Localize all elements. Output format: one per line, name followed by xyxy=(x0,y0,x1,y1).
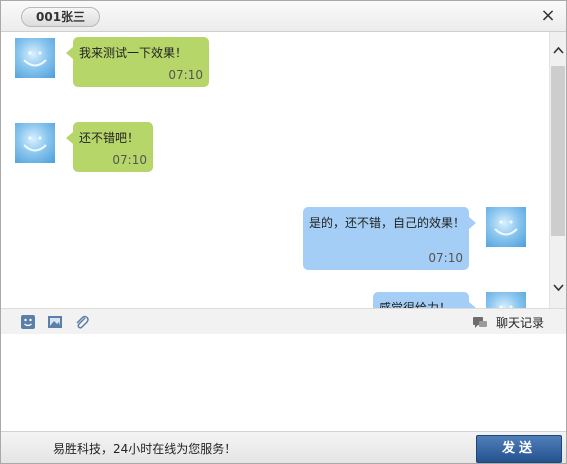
message-bubble: 我来测试一下效果！ 07:10 xyxy=(66,37,209,87)
scroll-thumb[interactable] xyxy=(551,66,565,236)
avatar xyxy=(486,207,526,247)
title-bar: 001张三 × xyxy=(1,1,566,32)
avatar xyxy=(15,123,55,163)
contact-title: 001张三 xyxy=(21,7,101,27)
chat-history-icon[interactable] xyxy=(472,315,488,329)
avatar xyxy=(15,38,55,78)
message-text: 是的，还不错，自己的效果！ xyxy=(309,216,466,230)
bottom-bar: 易胜科技，24小时在线为您服务！ 发送 xyxy=(1,431,566,463)
close-icon[interactable]: × xyxy=(538,6,558,26)
chat-history-label[interactable]: 聊天记录 xyxy=(496,314,544,331)
service-notice: 易胜科技，24小时在线为您服务！ xyxy=(53,442,237,456)
message-input[interactable] xyxy=(1,334,566,431)
scroll-down-icon[interactable] xyxy=(550,278,566,300)
bubble-tail xyxy=(66,47,73,59)
message-time: 07:10 xyxy=(168,68,203,82)
message-time: 07:10 xyxy=(428,251,463,265)
message-time: 07:10 xyxy=(112,153,147,167)
scroll-up-icon[interactable] xyxy=(550,40,566,62)
bubble-tail xyxy=(66,132,73,144)
emoji-icon[interactable] xyxy=(20,314,36,330)
message-scrollbar[interactable] xyxy=(549,32,566,308)
bubble-tail xyxy=(469,217,476,229)
attachment-icon[interactable] xyxy=(74,314,90,330)
message-text: 我来测试一下效果！ xyxy=(79,46,188,60)
message-bubble: 感觉很给力！ xyxy=(373,292,476,308)
input-toolbar: 聊天记录 xyxy=(1,308,566,335)
avatar xyxy=(486,292,526,308)
message-text: 还不错吧！ xyxy=(79,131,140,145)
image-icon[interactable] xyxy=(47,314,63,330)
message-bubble: 还不错吧！ 07:10 xyxy=(66,122,153,172)
send-button[interactable]: 发送 xyxy=(476,435,562,463)
message-list[interactable]: 我来测试一下效果！ 07:10 还不错吧！ 07:10 是的，还不错，自己的效果… xyxy=(1,32,549,308)
message-text: 感觉很给力！ xyxy=(379,301,452,308)
message-bubble: 是的，还不错，自己的效果！ 07:10 xyxy=(303,207,476,270)
chat-window: 001张三 × 我来测试一下效果！ 07:10 还不错吧！ 07:10 是的，还… xyxy=(0,0,567,464)
